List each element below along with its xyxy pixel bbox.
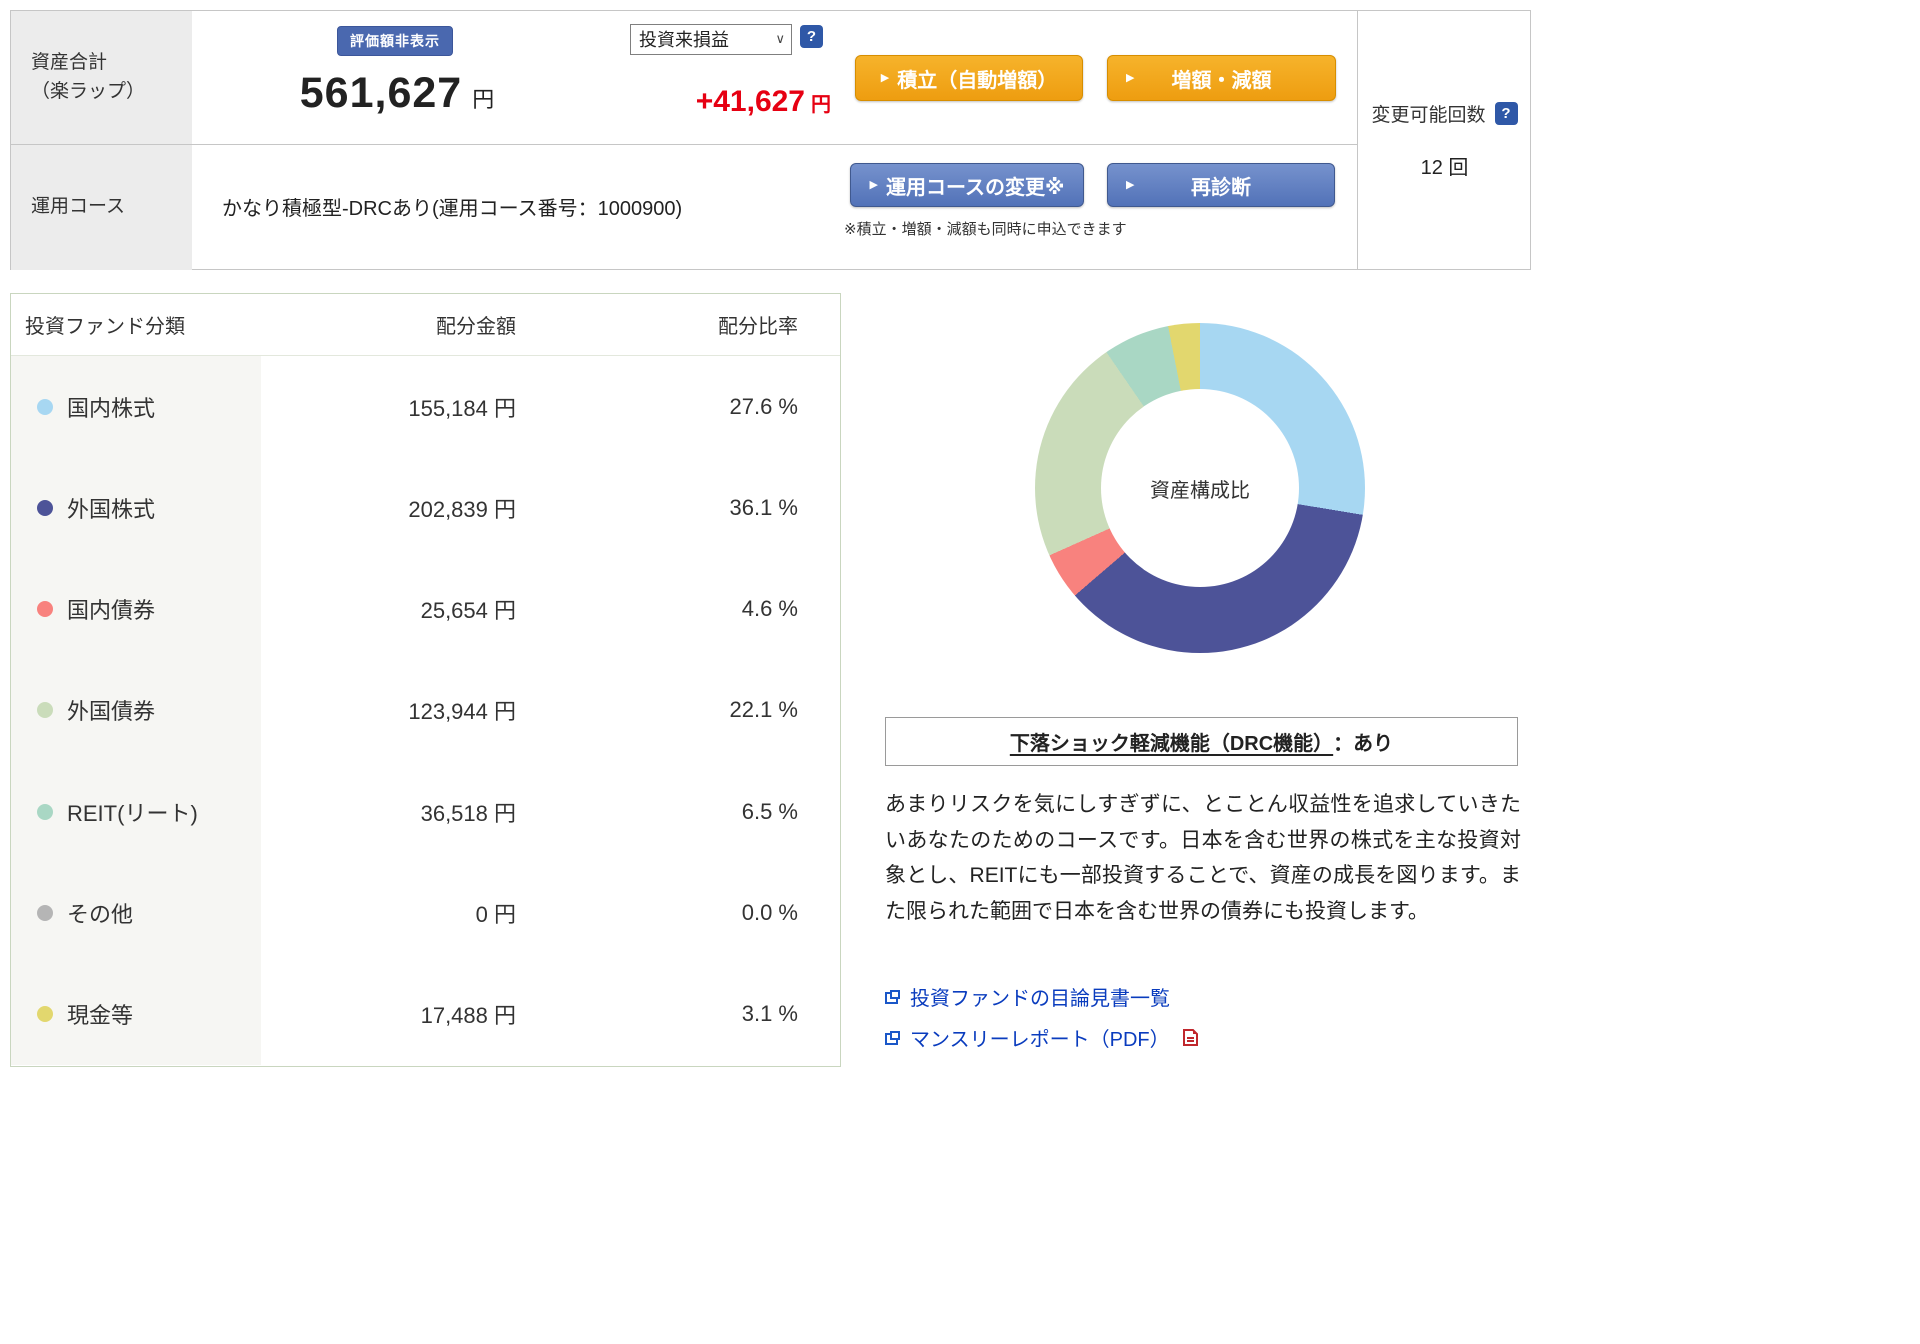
allocation-ratio: 36.1 % [729,494,799,520]
course-row-label: 運用コース [11,145,192,270]
profit-period-select[interactable]: 投資来損益 [630,24,792,55]
external-link-icon [885,1031,900,1045]
legend-dot [37,702,53,719]
total-amount-value: 561,627 [299,69,463,117]
legend-dot [37,398,53,415]
drc-title: 下落ショック軽減機能（DRC機能） [1009,733,1334,755]
fund-category-label: 国内株式 [67,395,156,421]
table-row: 外国株式 202,839 円 36.1 % [11,457,840,559]
profit-amount-unit: 円 [811,94,831,116]
arrow-icon: ▶ [1126,178,1135,191]
tsumitate-button[interactable]: ▶ 積立（自動増額） [855,55,1083,101]
total-asset-amount: 561,627 円 [192,69,602,118]
rediagnosis-button[interactable]: ▶ 再診断 [1107,163,1335,207]
external-link-icon [885,990,900,1004]
table-row: 国内債券 25,654 円 4.6 % [11,558,840,660]
allocation-ratio: 3.1 % [741,1001,798,1027]
allocation-ratio: 27.6 % [729,393,799,419]
header-fund-category: 投資ファンド分類 [25,316,185,338]
change-course-button-label: 運用コースの変更※ [886,176,1065,199]
course-description: あまりリスクを気にしすぎずに、とことん収益性を追求していきたいあなたのためのコー… [885,793,1521,924]
tsumitate-button-label: 積立（自動増額） [897,69,1058,92]
table-row: その他 0 円 0.0 % [11,862,840,964]
allocation-ratio: 22.1 % [729,697,799,723]
account-summary-panel: 資産合計 （楽ラップ） 運用コース 評価額非表示 561,627 円 投資来損益 … [10,10,1531,270]
fund-category-label: 外国債券 [67,699,156,725]
profit-period-select-wrap: 投資来損益 [630,24,792,55]
change-limit-value: 12 回 [1420,157,1469,179]
allocation-amount: 0 円 [475,902,516,928]
allocation-ratio: 6.5 % [741,798,798,824]
fund-category-label: その他 [67,902,134,928]
allocation-amount: 25,654 円 [420,598,516,624]
arrow-icon: ▶ [880,71,890,84]
profit-help-icon[interactable]: ? [800,25,823,48]
document-links: 投資ファンドの目論見書一覧 マンスリーレポート（PDF） [885,982,1198,1052]
header-allocation-amount: 配分金額 [436,316,516,338]
fund-category-label: 国内債券 [67,598,156,624]
arrow-icon: ▶ [869,178,878,191]
drc-status: ：あり [1333,733,1394,755]
course-change-note: ※積立・増額・減額も同時に申込できます [844,221,1127,238]
fund-category-label: REIT(リート) [67,800,198,826]
rediagnosis-button-label: 再診断 [1191,176,1251,199]
increase-decrease-button-label: 増額・減額 [1171,69,1272,92]
legend-dot [37,905,53,922]
allocation-amount: 155,184 円 [408,395,516,421]
allocation-ratio: 4.6 % [741,596,798,622]
table-row: 国内株式 155,184 円 27.6 % [11,356,840,458]
change-course-button[interactable]: ▶ 運用コースの変更※ [850,163,1084,207]
fund-category-label: 外国株式 [67,496,156,522]
table-row: 外国債券 123,944 円 22.1 % [11,659,840,762]
legend-dot [37,803,53,820]
change-limit-cell: 変更可能回数 ? 12 回 [1358,11,1531,269]
change-limit-help-icon[interactable]: ? [1494,102,1518,125]
pdf-icon [1182,1029,1198,1046]
allocation-amount: 123,944 円 [408,699,516,725]
row-divider [11,144,1357,145]
allocation-table-body: 国内株式 155,184 円 27.6 % 外国株式 202,839 円 36.… [11,356,840,1065]
header-allocation-ratio: 配分比率 [718,316,798,338]
legend-dot [37,1006,53,1023]
arrow-icon: ▶ [1126,71,1135,84]
increase-decrease-button[interactable]: ▶ 増額・減額 [1107,55,1336,101]
monthly-report-link[interactable]: マンスリーレポート（PDF） [910,1023,1170,1052]
hide-valuation-button[interactable]: 評価額非表示 [337,26,453,56]
total-amount-unit: 円 [472,87,495,112]
legend-dot [37,601,53,618]
drc-feature-box: 下落ショック軽減機能（DRC機能） ：あり [885,717,1518,766]
prospectus-link[interactable]: 投資ファンドの目論見書一覧 [910,982,1170,1011]
allocation-table: 投資ファンド分類 配分金額 配分比率 国内株式 155,184 円 27.6 %… [10,293,841,1067]
allocation-amount: 17,488 円 [420,1003,516,1029]
fund-category-label: 現金等 [67,1003,134,1029]
table-row: REIT(リート) 36,518 円 6.5 % [11,761,840,863]
allocation-amount: 36,518 円 [420,800,516,826]
profit-amount-value: +41,627 [695,85,805,118]
allocation-amount: 202,839 円 [408,496,516,522]
asset-total-label: 資産合計 （楽ラップ） [11,11,192,144]
profit-since-investment: +41,627 円 [571,85,831,119]
legend-dot [37,499,53,516]
table-row: 現金等 17,488 円 3.1 % [11,963,840,1065]
asset-composition-chart: 資産構成比 [1035,323,1365,653]
course-value: かなり積極型-DRCあり(運用コース番号：1000900) [222,197,683,220]
allocation-table-header: 投資ファンド分類 配分金額 配分比率 [11,294,840,356]
change-limit-label: 変更可能回数 [1371,105,1486,126]
allocation-ratio: 0.0 % [741,900,798,926]
donut-center-label: 資産構成比 [1101,389,1299,587]
